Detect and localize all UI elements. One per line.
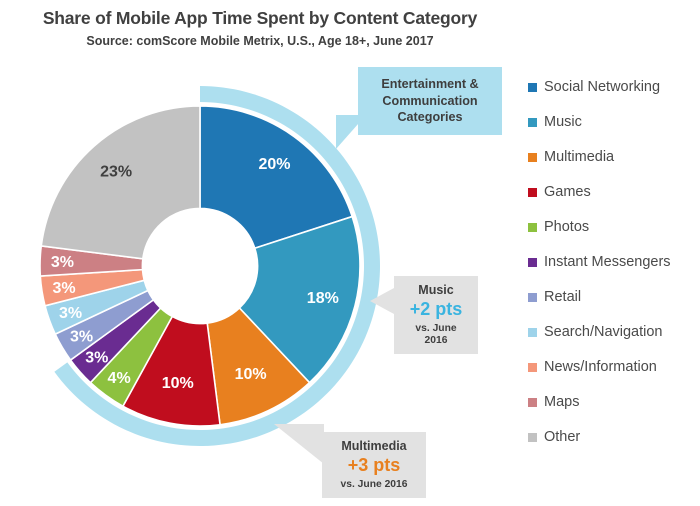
callout-music-delta: Music +2 pts vs. June 2016 bbox=[370, 276, 478, 354]
callout-tail-icon bbox=[370, 288, 394, 314]
callout-multimedia-delta-value: +3 pts bbox=[347, 455, 401, 476]
legend-item-label: Music bbox=[544, 114, 582, 131]
callout-tail-icon bbox=[336, 114, 366, 149]
slice-value-label: 3% bbox=[59, 305, 82, 322]
legend-swatch-icon bbox=[528, 328, 537, 337]
legend-swatch-icon bbox=[528, 153, 537, 162]
callout-music-delta-value: +2 pts bbox=[409, 299, 463, 320]
legend-item-label: Multimedia bbox=[544, 149, 615, 166]
slice-value-label: 23% bbox=[100, 163, 132, 180]
callout-line-1: Entertainment & bbox=[381, 77, 479, 91]
legend-item-games[interactable]: Games bbox=[528, 175, 700, 210]
legend-item-multimedia[interactable]: Multimedia bbox=[528, 140, 700, 175]
slice-value-label: 4% bbox=[108, 370, 131, 387]
legend-swatch-icon bbox=[528, 398, 537, 407]
callout-line-3: Categories bbox=[397, 110, 463, 125]
donut-slices bbox=[39, 105, 361, 427]
callout-entertainment-communication: Entertainment & Communication Categories bbox=[336, 67, 502, 149]
legend-item-label: Search/Navigation bbox=[544, 324, 663, 341]
callout-entertainment-box: Entertainment & Communication Categories bbox=[336, 67, 502, 149]
slice-value-label: 18% bbox=[307, 290, 339, 307]
legend-item-maps[interactable]: Maps bbox=[528, 385, 700, 420]
legend-swatch-icon bbox=[528, 293, 537, 302]
chart-source-subtitle: Source: comScore Mobile Metrix, U.S., Ag… bbox=[86, 34, 434, 48]
legend-item-search-navigation[interactable]: Search/Navigation bbox=[528, 315, 700, 350]
legend-item-news-information[interactable]: News/Information bbox=[528, 350, 700, 385]
chart-header: Share of Mobile App Time Spent by Conten… bbox=[0, 8, 520, 49]
slice-value-label: 20% bbox=[259, 156, 291, 173]
legend-swatch-icon bbox=[528, 363, 537, 372]
legend-swatch-icon bbox=[528, 258, 537, 267]
legend-swatch-icon bbox=[528, 118, 537, 127]
page-title: Share of Mobile App Time Spent by Conten… bbox=[42, 8, 478, 28]
legend-item-label: Other bbox=[544, 429, 581, 446]
callout-multimedia-box: Multimedia +3 pts vs. June 2016 bbox=[274, 424, 426, 498]
slice-value-label: 3% bbox=[51, 254, 74, 271]
callout-multimedia-note: vs. June 2016 bbox=[340, 479, 408, 491]
slice-value-label: 3% bbox=[53, 280, 76, 297]
legend-item-label: Photos bbox=[544, 219, 590, 236]
legend-item-label: Retail bbox=[544, 289, 582, 306]
legend-item-label: Maps bbox=[544, 394, 580, 411]
donut-center-hole bbox=[142, 208, 258, 324]
callout-tail-icon bbox=[274, 424, 324, 464]
callout-line-2: Communication bbox=[382, 93, 478, 108]
legend-item-other[interactable]: Other bbox=[528, 420, 700, 455]
callout-music-title: Music bbox=[418, 283, 454, 297]
callout-multimedia-delta: Multimedia +3 pts vs. June 2016 bbox=[274, 424, 426, 498]
legend-item-label: Instant Messengers bbox=[544, 254, 671, 271]
legend-item-label: Games bbox=[544, 184, 591, 201]
slice-value-label: 10% bbox=[235, 366, 267, 383]
slice-value-label: 10% bbox=[162, 375, 194, 392]
legend-item-label: Social Networking bbox=[544, 79, 661, 96]
callout-music-note: vs. June 2016 bbox=[415, 323, 457, 346]
legend-item-retail[interactable]: Retail bbox=[528, 280, 700, 315]
legend-item-label: News/Information bbox=[544, 359, 657, 376]
legend-item-instant-messengers[interactable]: Instant Messengers bbox=[528, 245, 700, 280]
legend-swatch-icon bbox=[528, 83, 537, 92]
slice-value-label: 3% bbox=[70, 329, 93, 346]
chart-legend: Social Networking Music Multimedia Games… bbox=[528, 70, 700, 455]
legend-item-social-networking[interactable]: Social Networking bbox=[528, 70, 700, 105]
legend-item-music[interactable]: Music bbox=[528, 105, 700, 140]
callout-multimedia-title: Multimedia bbox=[341, 439, 407, 453]
legend-item-photos[interactable]: Photos bbox=[528, 210, 700, 245]
callout-music-box: Music +2 pts vs. June 2016 bbox=[370, 276, 478, 354]
legend-swatch-icon bbox=[528, 433, 537, 442]
legend-swatch-icon bbox=[528, 223, 537, 232]
legend-swatch-icon bbox=[528, 188, 537, 197]
slice-value-label: 3% bbox=[85, 349, 108, 366]
